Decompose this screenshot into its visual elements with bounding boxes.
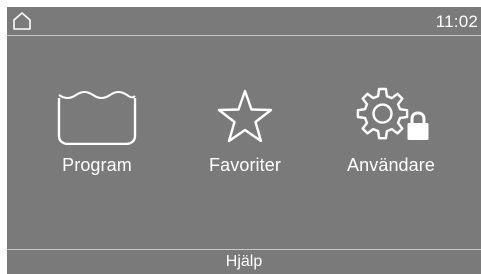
menu-item-label: Favoriter [209, 155, 281, 175]
menu-item-label: Program [62, 155, 132, 175]
menu-item-program[interactable]: Program [27, 83, 167, 183]
home-icon [13, 12, 31, 30]
top-divider [7, 35, 481, 36]
menu-item-label: Användare [347, 155, 435, 175]
gear-lock-icon [356, 87, 429, 140]
menu-item-anvandare[interactable]: Användare [321, 83, 461, 183]
status-bar: 11:02 [7, 7, 481, 35]
wash-tub-icon [57, 91, 137, 145]
menu-item-favoriter[interactable]: Favoriter [175, 83, 315, 183]
home-button[interactable] [9, 9, 35, 33]
control-panel-screen: 11:02 Program Favoriter Användare Hjälp [7, 7, 481, 274]
clock-time: 11:02 [435, 12, 478, 31]
help-button[interactable]: Hjälp [7, 250, 481, 274]
star-icon [217, 89, 273, 143]
help-label: Hjälp [225, 253, 263, 270]
